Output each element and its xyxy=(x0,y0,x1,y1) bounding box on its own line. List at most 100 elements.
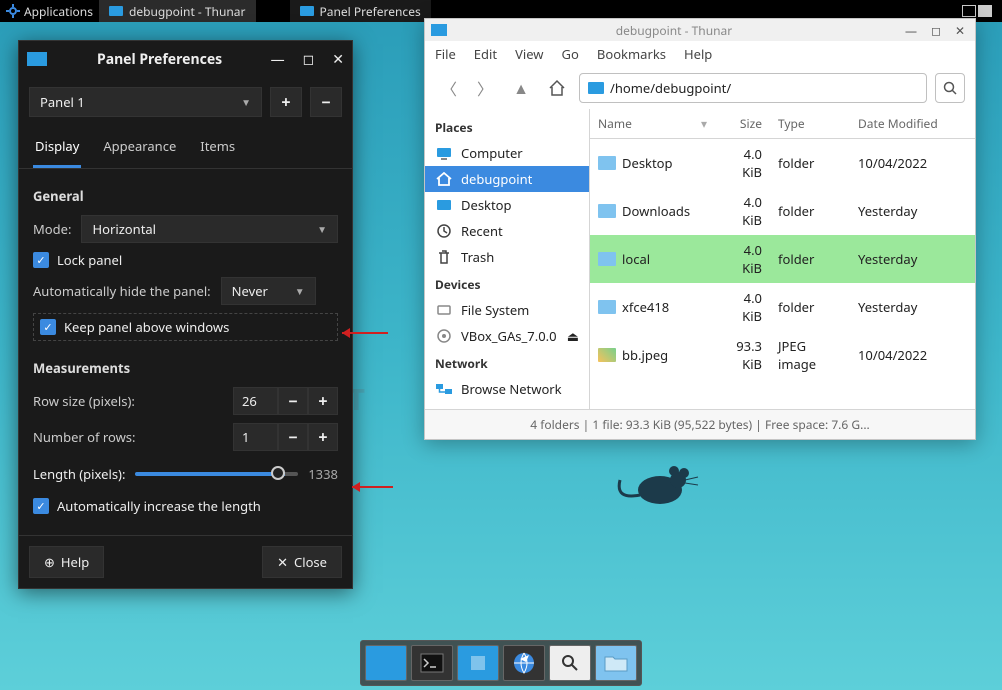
dock-files[interactable] xyxy=(457,645,499,681)
mode-dropdown[interactable]: Horizontal ▼ xyxy=(81,215,338,243)
length-slider[interactable] xyxy=(135,472,298,476)
sidebar-vbox[interactable]: VBox_GAs_7.0.0⏏ xyxy=(425,323,589,349)
chevron-down-icon: ▼ xyxy=(295,284,305,298)
file-size: 93.3 KiB xyxy=(715,331,770,379)
column-date[interactable]: Date Modified xyxy=(850,109,975,138)
menu-help[interactable]: Help xyxy=(684,45,712,63)
location-bar[interactable]: /home/debugpoint/ xyxy=(579,73,927,103)
panel-selector-label: Panel 1 xyxy=(40,93,85,111)
sidebar-filesystem[interactable]: File System xyxy=(425,297,589,323)
back-button[interactable]: 〈 xyxy=(435,74,463,102)
lock-panel-label: Lock panel xyxy=(57,251,122,269)
num-rows-spinner[interactable]: 1 − + xyxy=(233,423,338,451)
row-size-label: Row size (pixels): xyxy=(33,392,223,410)
menubar: File Edit View Go Bookmarks Help xyxy=(425,41,975,67)
maximize-button[interactable]: ◻ xyxy=(303,50,315,69)
file-row[interactable]: Desktop4.0 KiBfolder10/04/2022 xyxy=(590,139,975,187)
thunar-icon xyxy=(109,6,123,16)
chevron-down-icon: ▼ xyxy=(317,222,327,236)
add-panel-button[interactable]: + xyxy=(270,87,302,117)
menu-edit[interactable]: Edit xyxy=(474,45,497,63)
measurements-header: Measurements xyxy=(33,359,338,377)
decrement-button[interactable]: − xyxy=(278,387,308,415)
eject-icon[interactable]: ⏏ xyxy=(567,327,579,345)
close-button[interactable]: ✕ Close xyxy=(262,546,342,578)
task-label: debugpoint - Thunar xyxy=(129,3,246,20)
panel-selector[interactable]: Panel 1 ▼ xyxy=(29,87,262,117)
column-size[interactable]: Size xyxy=(715,109,770,138)
file-date: Yesterday xyxy=(850,292,975,322)
workspace-1[interactable] xyxy=(962,5,976,17)
menu-view[interactable]: View xyxy=(515,45,543,63)
lock-panel-checkbox[interactable]: ✓ Lock panel xyxy=(33,251,338,269)
folder-icon xyxy=(598,300,616,314)
row-size-value[interactable]: 26 xyxy=(233,387,278,415)
file-name: Downloads xyxy=(622,202,690,220)
auto-increase-checkbox[interactable]: ✓ Automatically increase the length xyxy=(33,497,338,515)
maximize-button[interactable]: ◻ xyxy=(927,22,945,39)
sidebar-trash[interactable]: Trash xyxy=(425,244,589,270)
dock-terminal[interactable] xyxy=(411,645,453,681)
close-button[interactable]: ✕ xyxy=(951,22,969,39)
titlebar[interactable]: Panel Preferences — ◻ ✕ xyxy=(19,41,352,77)
location-path: /home/debugpoint/ xyxy=(610,79,731,97)
home-button[interactable] xyxy=(543,74,571,102)
taskbar-item-thunar[interactable]: debugpoint - Thunar xyxy=(99,0,256,22)
folder-icon xyxy=(598,204,616,218)
tab-items[interactable]: Items xyxy=(198,131,237,168)
autohide-dropdown[interactable]: Never ▼ xyxy=(221,277,316,305)
menu-bookmarks[interactable]: Bookmarks xyxy=(597,45,666,63)
titlebar[interactable]: debugpoint - Thunar — ◻ ✕ xyxy=(425,19,975,41)
num-rows-value[interactable]: 1 xyxy=(233,423,278,451)
file-size: 4.0 KiB xyxy=(715,235,770,283)
menu-file[interactable]: File xyxy=(435,45,456,63)
tab-display[interactable]: Display xyxy=(33,131,81,168)
sidebar-home[interactable]: debugpoint xyxy=(425,166,589,192)
workspace-switcher[interactable] xyxy=(962,5,992,17)
dock-search[interactable] xyxy=(549,645,591,681)
search-button[interactable] xyxy=(935,73,965,103)
thunar-window: debugpoint - Thunar — ◻ ✕ File Edit View… xyxy=(424,18,976,440)
decrement-button[interactable]: − xyxy=(278,423,308,451)
minimize-button[interactable]: — xyxy=(271,50,285,69)
increment-button[interactable]: + xyxy=(308,423,338,451)
keep-above-checkbox[interactable]: ✓ Keep panel above windows xyxy=(33,313,338,341)
dock-folder[interactable] xyxy=(595,645,637,681)
dock-show-desktop[interactable] xyxy=(365,645,407,681)
taskbar-item-panel-prefs[interactable]: Panel Preferences xyxy=(290,0,431,22)
dock-browser[interactable] xyxy=(503,645,545,681)
tab-appearance[interactable]: Appearance xyxy=(101,131,178,168)
file-row[interactable]: Downloads4.0 KiBfolderYesterday xyxy=(590,187,975,235)
file-row[interactable]: local4.0 KiBfolderYesterday xyxy=(590,235,975,283)
help-label: Help xyxy=(61,553,89,571)
column-name[interactable]: Name▾ xyxy=(590,109,715,138)
remove-panel-button[interactable]: − xyxy=(310,87,342,117)
file-date: 10/04/2022 xyxy=(850,340,975,370)
workspace-2[interactable] xyxy=(978,5,992,17)
slider-thumb[interactable] xyxy=(271,466,285,480)
window-title: debugpoint - Thunar xyxy=(453,22,895,39)
close-button[interactable]: ✕ xyxy=(332,50,344,69)
sidebar-computer[interactable]: Computer xyxy=(425,140,589,166)
menu-go[interactable]: Go xyxy=(562,45,579,63)
tabs: Display Appearance Items xyxy=(19,121,352,169)
sidebar-desktop[interactable]: Desktop xyxy=(425,192,589,218)
applications-menu[interactable]: Applications xyxy=(0,3,99,20)
up-button[interactable]: ▲ xyxy=(507,74,535,102)
toolbar: 〈 〉 ▲ /home/debugpoint/ xyxy=(425,67,975,109)
panel-icon xyxy=(300,6,314,16)
row-size-spinner[interactable]: 26 − + xyxy=(233,387,338,415)
file-row[interactable]: bb.jpeg93.3 KiBJPEG image10/04/2022 xyxy=(590,331,975,379)
sidebar-recent[interactable]: Recent xyxy=(425,218,589,244)
file-name: Desktop xyxy=(622,154,673,172)
file-type: folder xyxy=(770,292,850,322)
minimize-button[interactable]: — xyxy=(901,22,921,39)
column-type[interactable]: Type xyxy=(770,109,850,138)
help-button[interactable]: ⊕ Help xyxy=(29,546,104,578)
image-icon xyxy=(598,348,616,362)
autohide-value: Never xyxy=(232,282,268,300)
forward-button[interactable]: 〉 xyxy=(471,74,499,102)
sidebar-network[interactable]: Browse Network xyxy=(425,376,589,402)
increment-button[interactable]: + xyxy=(308,387,338,415)
file-row[interactable]: xfce4184.0 KiBfolderYesterday xyxy=(590,283,975,331)
